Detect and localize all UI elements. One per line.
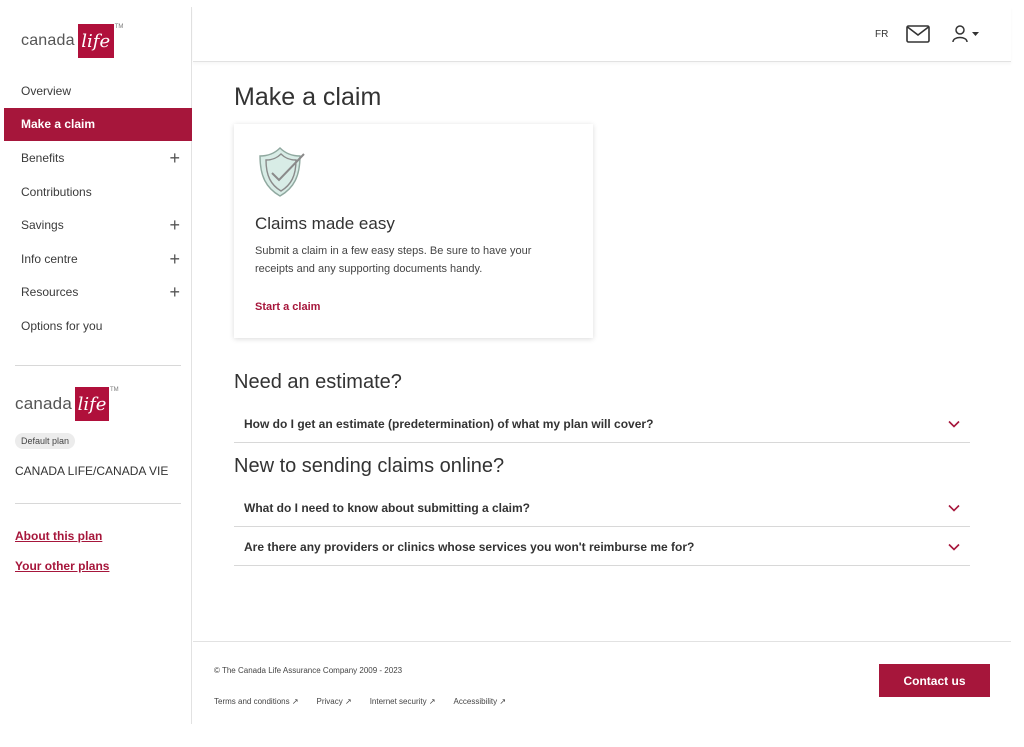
shield-check-icon (259, 147, 305, 197)
sidebar-nav: Overview Make a claim Benefits + Contrib… (4, 74, 192, 343)
envelope-icon[interactable] (906, 24, 930, 44)
start-a-claim-link[interactable]: Start a claim (255, 301, 320, 313)
online-section-title: New to sending claims online? (234, 455, 505, 477)
sidebar-item-label: Benefits (21, 150, 65, 165)
accordion-question: Are there any providers or clinics whose… (244, 539, 695, 554)
footer-links: Terms and conditions ↗ Privacy ↗ Interne… (214, 697, 524, 706)
plan-logo: canada life TM (15, 387, 119, 421)
page-title: Make a claim (234, 83, 382, 111)
chevron-down-icon (948, 504, 960, 512)
sidebar-item-info-centre[interactable]: Info centre + (4, 242, 192, 276)
terms-link[interactable]: Terms and conditions ↗ (214, 697, 299, 706)
logo-badge: life (77, 24, 114, 58)
accordion-item[interactable]: How do I get an estimate (predeterminati… (234, 405, 970, 443)
sidebar-item-make-a-claim[interactable]: Make a claim (4, 107, 192, 142)
footer-divider (193, 641, 1011, 642)
your-other-plans-link[interactable]: Your other plans (15, 559, 109, 573)
sidebar-divider (15, 365, 181, 366)
chevron-down-icon (948, 543, 960, 551)
logo-badge: life (74, 387, 109, 421)
logo-tm: TM (109, 387, 119, 393)
accordion-question: How do I get an estimate (predeterminati… (244, 416, 654, 431)
sidebar-item-benefits[interactable]: Benefits + (4, 141, 192, 175)
top-header: FR (193, 7, 1011, 62)
sidebar-item-label: Resources (21, 285, 79, 300)
plus-icon[interactable]: + (169, 250, 180, 268)
sidebar-item-label: Make a claim (21, 117, 96, 132)
copyright: © The Canada Life Assurance Company 2009… (214, 666, 403, 675)
accordion-item[interactable]: Are there any providers or clinics whose… (234, 528, 970, 566)
sidebar-item-options-for-you[interactable]: Options for you (4, 309, 192, 343)
accordion-item[interactable]: What do I need to know about submitting … (234, 489, 970, 527)
card-title: Claims made easy (255, 214, 395, 233)
sidebar-item-label: Info centre (21, 251, 78, 266)
sidebar-item-savings[interactable]: Savings + (4, 208, 192, 242)
sidebar-item-resources[interactable]: Resources + (4, 276, 192, 310)
sidebar-item-label: Options for you (21, 318, 103, 333)
sidebar-item-overview[interactable]: Overview (4, 74, 192, 108)
about-this-plan-link[interactable]: About this plan (15, 529, 102, 543)
internet-security-link[interactable]: Internet security ↗ (370, 697, 436, 706)
default-plan-badge: Default plan (15, 433, 76, 449)
sidebar-item-contributions[interactable]: Contributions (4, 175, 192, 209)
logo-word: canada (21, 32, 75, 49)
claims-card: Claims made easy Submit a claim in a few… (234, 124, 593, 338)
chevron-down-icon (948, 420, 960, 428)
sidebar-item-label: Contributions (21, 184, 92, 199)
logo-word: canada (15, 394, 72, 413)
card-description: Submit a claim in a few easy steps. Be s… (255, 245, 532, 275)
accessibility-link[interactable]: Accessibility ↗ (454, 697, 507, 706)
sidebar: canada life TM Overview Make a claim Ben… (4, 7, 192, 724)
language-toggle[interactable]: FR (875, 29, 888, 40)
user-icon[interactable] (952, 24, 982, 44)
plus-icon[interactable]: + (169, 216, 180, 234)
plan-name: CANADA LIFE/CANADA VIE (15, 464, 169, 478)
plus-icon[interactable]: + (169, 283, 180, 301)
privacy-link[interactable]: Privacy ↗ (317, 697, 352, 706)
accordion-question: What do I need to know about submitting … (244, 500, 531, 515)
estimate-section-title: Need an estimate? (234, 371, 402, 393)
sidebar-item-label: Overview (21, 83, 72, 98)
contact-us-button[interactable]: Contact us (879, 664, 990, 697)
logo-tm: TM (114, 24, 124, 30)
sidebar-item-label: Savings (21, 218, 64, 233)
sidebar-divider (15, 503, 181, 504)
canada-life-logo[interactable]: canada life TM (21, 24, 123, 58)
plus-icon[interactable]: + (169, 149, 180, 167)
